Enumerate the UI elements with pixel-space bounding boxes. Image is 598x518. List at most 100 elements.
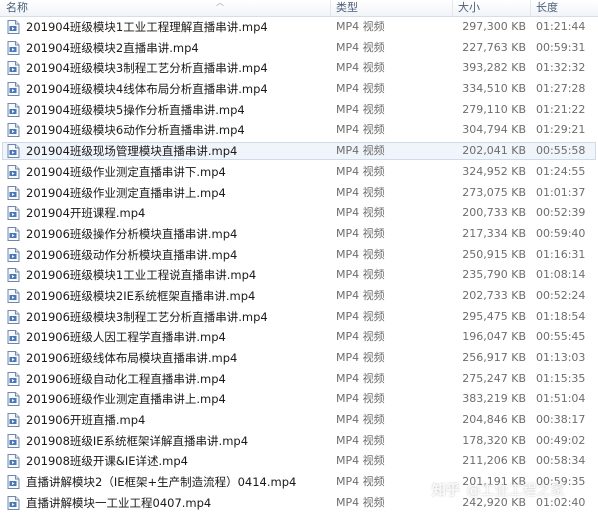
- file-name[interactable]: 201904班级模块2直播串讲.mp4: [26, 38, 199, 59]
- sort-ascending-icon: ︿: [216, 0, 224, 7]
- file-row[interactable]: 201906班级模块1工业工程说直播串讲.mp4 MP4 视频 235,790 KB…: [0, 265, 598, 286]
- file-row[interactable]: 201904班级模块6动作分析直播串讲.mp4 MP4 视频 304,794 KB 0…: [0, 120, 598, 141]
- column-header-duration[interactable]: 长度: [536, 0, 558, 16]
- mp4-file-icon: [7, 495, 20, 510]
- file-duration: 01:32:32: [536, 61, 586, 75]
- file-size: 383,219 KB: [462, 392, 526, 406]
- file-type: MP4 视频: [336, 330, 385, 344]
- file-row[interactable]: 201904班级模块1工业工程理解直播串讲.mp4 MP4 视频 297,300 K…: [0, 17, 598, 38]
- file-name[interactable]: 201906班级作业测定直播串讲上.mp4: [26, 389, 226, 410]
- file-name[interactable]: 201904班级作业测定直播串讲下.mp4: [26, 162, 226, 183]
- file-name[interactable]: 201906班级线体布局模块直播串讲.mp4: [26, 348, 237, 369]
- file-size: 202,041 KB: [462, 144, 526, 158]
- file-name[interactable]: 直播讲解模块一工业工程0407.mp4: [26, 493, 211, 514]
- mp4-file-icon: [7, 413, 20, 428]
- file-size: 334,510 KB: [462, 82, 526, 96]
- file-size: 279,110 KB: [462, 102, 526, 116]
- file-name[interactable]: 直播讲解模块2（IE框架+生产制造流程）0414.mp4: [26, 472, 296, 493]
- file-row[interactable]: 201904班级作业测定直播串讲上.mp4 MP4 视频 273,075 KB 01:…: [0, 183, 598, 204]
- file-name[interactable]: 201906班级自动化工程直播串讲.mp4: [26, 369, 226, 390]
- file-row[interactable]: 201906班级操作分析模块直播串讲.mp4 MP4 视频 217,334 KB 00…: [0, 224, 598, 245]
- file-row[interactable]: 201904班级模块2直播串讲.mp4 MP4 视频 227,763 KB 00:59…: [0, 38, 598, 59]
- file-size: 295,475 KB: [462, 309, 526, 323]
- file-type: MP4 视频: [336, 185, 385, 199]
- file-duration: 00:59:40: [536, 226, 586, 240]
- file-name[interactable]: 201906班级模块2IE系统框架直播串讲.mp4: [26, 286, 255, 307]
- file-duration: 00:52:24: [536, 288, 586, 302]
- file-type: MP4 视频: [336, 413, 385, 427]
- column-divider[interactable]: [330, 0, 331, 16]
- file-duration: 01:15:35: [536, 371, 586, 385]
- file-name[interactable]: 201904班级模块1工业工程理解直播串讲.mp4: [26, 17, 268, 38]
- file-size: 256,917 KB: [462, 351, 526, 364]
- file-duration: 01:51:04: [536, 392, 586, 406]
- file-row[interactable]: 201908班级IE系统框架详解直播串讲.mp4 MP4 视频 178,320 KB…: [0, 431, 598, 452]
- file-row[interactable]: 201908班级开课&IE详述.mp4 MP4 视频 211,206 KB 00:58…: [0, 451, 598, 472]
- file-type: MP4 视频: [336, 247, 385, 261]
- file-size: 304,794 KB: [462, 123, 526, 137]
- mp4-file-icon: [7, 330, 20, 345]
- file-duration: 01:24:55: [536, 164, 586, 178]
- file-row[interactable]: 201904班级模块4线体布局分析直播串讲.mp4 MP4 视频 334,510 K…: [0, 79, 598, 100]
- file-name[interactable]: 201906开班直播.mp4: [26, 410, 145, 431]
- file-size: 204,846 KB: [462, 413, 526, 427]
- file-duration: 00:38:17: [536, 413, 586, 427]
- file-duration: 01:27:28: [536, 82, 586, 96]
- file-duration: 01:01:37: [536, 185, 586, 199]
- file-name[interactable]: 201908班级开课&IE详述.mp4: [26, 451, 188, 472]
- file-row[interactable]: 201906班级模块2IE系统框架直播串讲.mp4 MP4 视频 202,733 K…: [0, 286, 598, 307]
- file-duration: 01:21:22: [536, 102, 586, 116]
- file-name[interactable]: 201904班级现场管理模块直播串讲.mp4: [26, 141, 237, 162]
- column-header-name[interactable]: 名称: [6, 0, 28, 16]
- mp4-file-icon: [7, 475, 20, 490]
- file-row[interactable]: 201904班级模块5操作分析直播串讲.mp4 MP4 视频 279,110 KB 0…: [0, 100, 598, 121]
- file-name[interactable]: 201906班级模块1工业工程说直播串讲.mp4: [26, 265, 256, 286]
- file-type: MP4 视频: [336, 144, 385, 158]
- file-row[interactable]: 201906班级自动化工程直播串讲.mp4 MP4 视频 275,247 KB 01:…: [0, 369, 598, 390]
- file-row[interactable]: 201906班级作业测定直播串讲上.mp4 MP4 视频 383,219 KB 01:…: [0, 389, 598, 410]
- mp4-file-icon: [7, 185, 20, 200]
- file-size: 200,733 KB: [462, 206, 526, 220]
- file-type: MP4 视频: [336, 40, 385, 54]
- file-name[interactable]: 201904班级模块6动作分析直播串讲.mp4: [26, 120, 245, 141]
- file-name[interactable]: 201904开班课程.mp4: [26, 203, 145, 224]
- file-name[interactable]: 201906班级操作分析模块直播串讲.mp4: [26, 224, 237, 245]
- file-row[interactable]: 201906班级人因工程学直播串讲.mp4 MP4 视频 196,047 KB 00:…: [0, 327, 598, 348]
- watermark-logo: 知乎: [432, 483, 460, 499]
- file-type: MP4 视频: [336, 206, 385, 220]
- file-row[interactable]: 201906班级模块3制程工艺分析直播串讲.mp4 MP4 视频 295,475 K…: [0, 307, 598, 328]
- file-duration: 01:13:03: [536, 351, 586, 364]
- file-name[interactable]: 201906班级模块3制程工艺分析直播串讲.mp4: [26, 307, 268, 328]
- mp4-file-icon: [7, 433, 20, 448]
- mp4-file-icon: [7, 82, 20, 97]
- file-type: MP4 视频: [336, 288, 385, 302]
- file-name[interactable]: 201906班级人因工程学直播串讲.mp4: [26, 327, 226, 348]
- file-size: 250,915 KB: [462, 247, 526, 261]
- file-row[interactable]: 201906班级动作分析模块直播串讲.mp4 MP4 视频 250,915 KB 01…: [0, 245, 598, 266]
- file-name[interactable]: 201904班级模块5操作分析直播串讲.mp4: [26, 100, 245, 121]
- file-size: 202,733 KB: [462, 288, 526, 302]
- file-name[interactable]: 201904班级模块3制程工艺分析直播串讲.mp4: [26, 58, 268, 79]
- file-type: MP4 视频: [336, 495, 385, 509]
- file-duration: 01:21:44: [536, 20, 586, 33]
- file-type: MP4 视频: [336, 371, 385, 385]
- column-divider[interactable]: [530, 0, 531, 16]
- file-row[interactable]: 201904开班课程.mp4 MP4 视频 200,733 KB 00:52:39: [0, 203, 598, 224]
- file-name[interactable]: 201904班级模块4线体布局分析直播串讲.mp4: [26, 79, 268, 100]
- file-row[interactable]: 201904班级现场管理模块直播串讲.mp4 MP4 视频 202,041 KB 00…: [0, 141, 598, 162]
- column-header-type[interactable]: 类型: [336, 0, 358, 16]
- file-duration: 01:18:54: [536, 309, 586, 323]
- file-row[interactable]: 201906班级线体布局模块直播串讲.mp4 MP4 视频 256,917 KB 01…: [0, 348, 598, 369]
- file-type: MP4 视频: [336, 102, 385, 116]
- file-row[interactable]: 201904班级模块3制程工艺分析直播串讲.mp4 MP4 视频 393,282 K…: [0, 58, 598, 79]
- file-type: MP4 视频: [336, 351, 385, 364]
- column-header-size[interactable]: 大小: [458, 0, 480, 16]
- file-name[interactable]: 201906班级动作分析模块直播串讲.mp4: [26, 245, 237, 266]
- file-name[interactable]: 201908班级IE系统框架详解直播串讲.mp4: [26, 431, 248, 452]
- mp4-file-icon: [7, 20, 20, 34]
- file-row[interactable]: 201904班级作业测定直播串讲下.mp4 MP4 视频 324,952 KB 01:…: [0, 162, 598, 183]
- mp4-file-icon: [7, 247, 20, 262]
- column-divider[interactable]: [452, 0, 453, 16]
- file-row[interactable]: 201906开班直播.mp4 MP4 视频 204,846 KB 00:38:17: [0, 410, 598, 431]
- file-name[interactable]: 201904班级作业测定直播串讲上.mp4: [26, 183, 226, 204]
